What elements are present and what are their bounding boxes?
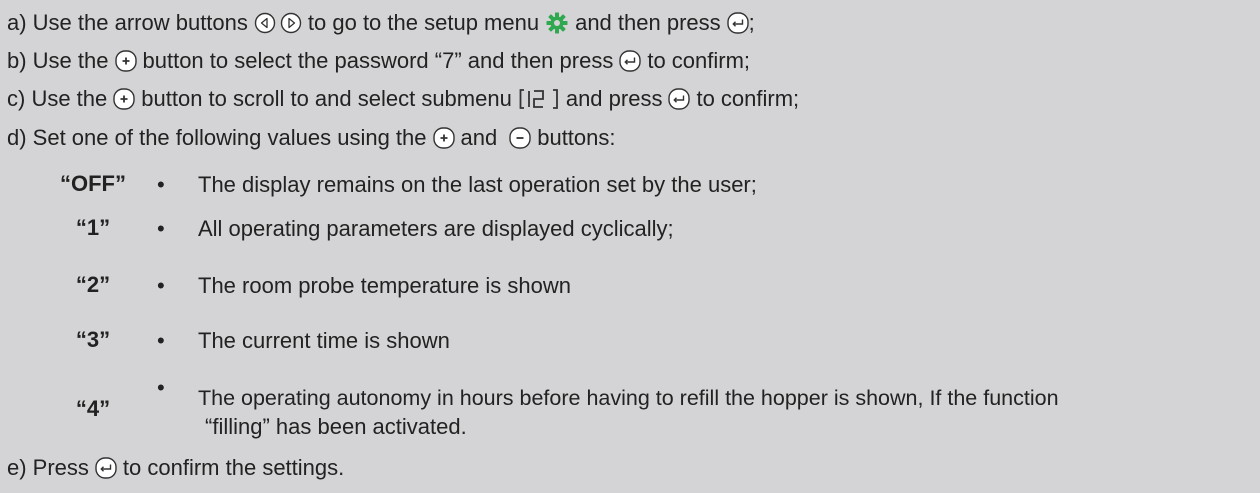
plus-button-icon [432,127,455,149]
step-e: e) Press to confirm the settings. [7,455,344,481]
gear-icon [545,11,569,35]
option-code: “4” [75,396,111,421]
step-b-prefix: b) Use the [7,48,109,73]
enter-button-icon [619,50,642,72]
step-e-prefix: e) Press [7,455,89,480]
option-code: “2” [75,272,111,297]
step-d-end: buttons: [537,125,616,150]
right-arrow-button-icon [280,12,302,34]
option-code: “1” [75,215,111,240]
option-text: All operating parameters are displayed c… [198,216,674,241]
option-code: “3” [75,327,111,352]
enter-button-icon [726,12,749,34]
step-a-prefix: a) Use the arrow buttons [7,10,248,35]
step-c-mid: button to scroll to and select submenu [141,86,512,111]
step-b-end: to confirm; [647,48,751,73]
option-text: The current time is shown [198,328,450,353]
option-bullet: • [157,172,165,197]
step-a-mid: to go to the setup menu [307,10,540,35]
step-c-prefix: c) Use the [7,86,108,111]
step-d: d) Set one of the following values using… [7,125,616,151]
step-d-mid: and [460,125,498,150]
option-bullet: • [157,273,165,298]
option-text: The operating autonomy in hours before h… [198,386,1059,410]
option-bullet: • [157,216,165,241]
step-a-tail: ; [748,10,755,35]
step-c-tail: to confirm; [696,86,800,111]
step-a: a) Use the arrow buttons to go to the se… [7,10,755,36]
plus-button-icon [113,88,135,110]
plus-button-icon [114,50,137,72]
step-b-mid: button to select the password “7” and th… [142,48,614,73]
step-b: b) Use the button to select the password… [7,48,750,74]
option-text-line2: “filling” has been activated. [205,414,467,439]
step-c: c) Use the button to scroll to and selec… [7,86,799,112]
minus-button-icon [509,127,531,149]
submenu-code [518,88,560,110]
enter-button-icon [95,457,117,479]
left-arrow-button-icon [254,12,276,34]
option-bullet: • [157,328,165,353]
enter-button-icon [668,88,691,110]
step-e-end: to confirm the settings. [122,455,345,480]
option-code: “OFF” [60,171,126,196]
step-d-prefix: d) Set one of the following values using… [7,125,427,150]
step-a-end: and then press [575,10,721,35]
step-c-end: and press [565,86,663,111]
option-text: The room probe temperature is shown [198,273,571,298]
option-text: The display remains on the last operatio… [198,172,757,197]
option-bullet: • [157,375,165,400]
